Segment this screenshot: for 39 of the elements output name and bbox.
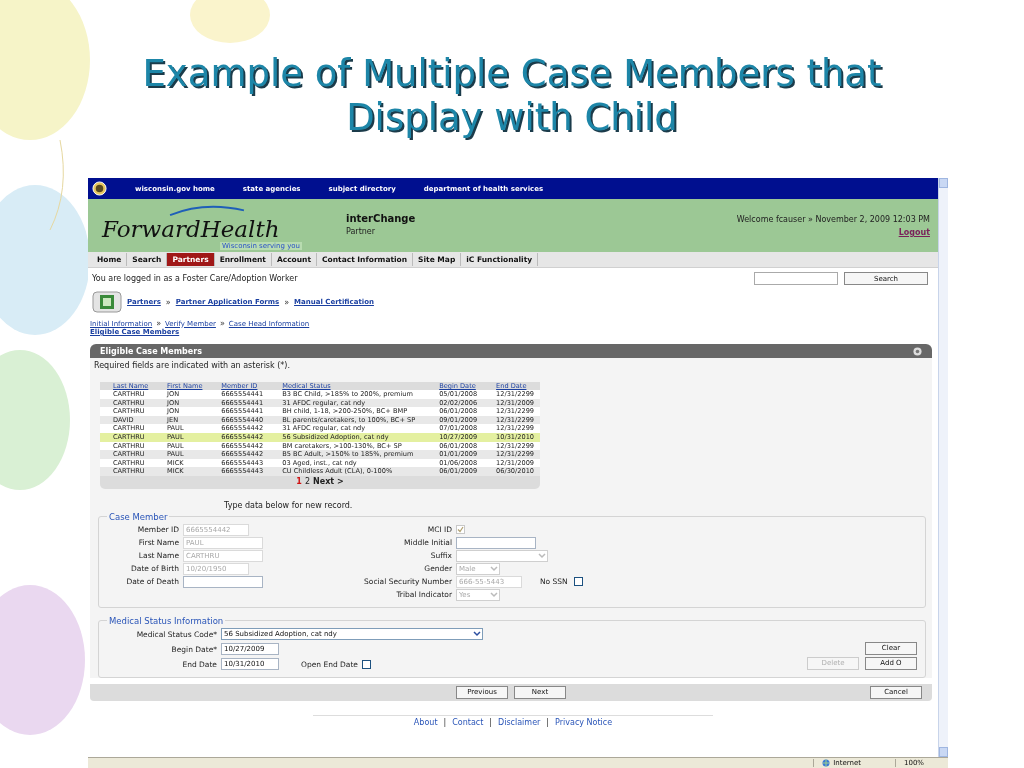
group-legend: Medical Status Information — [107, 615, 226, 626]
role-label: Partner — [346, 227, 377, 236]
help-icon[interactable] — [913, 346, 922, 356]
caret-icon — [537, 550, 547, 561]
caret-icon — [489, 589, 499, 600]
search-field[interactable] — [754, 272, 838, 285]
welcome-text: Welcome fcauser » November 2, 2009 12:03 PM — [736, 215, 930, 224]
logo: ForwardHealth — [102, 215, 281, 242]
checkbox[interactable] — [362, 659, 371, 669]
app-name: interChange — [346, 213, 416, 224]
logout-link[interactable]: Logout — [898, 228, 930, 237]
footer-link[interactable]: Privacy Notice — [555, 717, 613, 727]
scrollbar[interactable] — [938, 178, 948, 757]
separator: » — [165, 297, 171, 307]
slide-title: Display with Child — [346, 96, 678, 140]
separator: | — [443, 717, 447, 727]
footer-link[interactable]: Disclaimer — [498, 717, 541, 727]
globe-icon — [822, 759, 831, 767]
panel-title: Eligible Case Members — [100, 346, 202, 356]
page-link[interactable]: 1 — [296, 476, 302, 486]
page-link[interactable]: 2 — [304, 476, 311, 486]
login-status: You are logged in as a Foster Care/Adoption Worker — [92, 274, 298, 283]
seal-icon — [92, 181, 107, 196]
separator: | — [489, 717, 493, 727]
separator: | — [546, 717, 550, 727]
text-field[interactable] — [183, 575, 263, 588]
separator: » — [219, 319, 225, 328]
caret-icon — [489, 563, 499, 574]
footer-link[interactable]: Contact — [452, 717, 484, 727]
footer-link[interactable]: About — [413, 717, 438, 727]
required-note: Required fields are indicated with an asterisk (*). — [94, 361, 290, 370]
next-page-link[interactable]: Next > — [313, 476, 344, 486]
separator: » — [284, 297, 290, 307]
instruction-text: Type data below for new record. — [224, 500, 353, 510]
group-legend: Case Member — [107, 511, 170, 522]
text-field[interactable] — [456, 536, 536, 549]
separator: » — [156, 319, 162, 328]
document-icon — [92, 291, 122, 313]
slide-title: Example of Multiple Case Members that — [142, 52, 882, 96]
